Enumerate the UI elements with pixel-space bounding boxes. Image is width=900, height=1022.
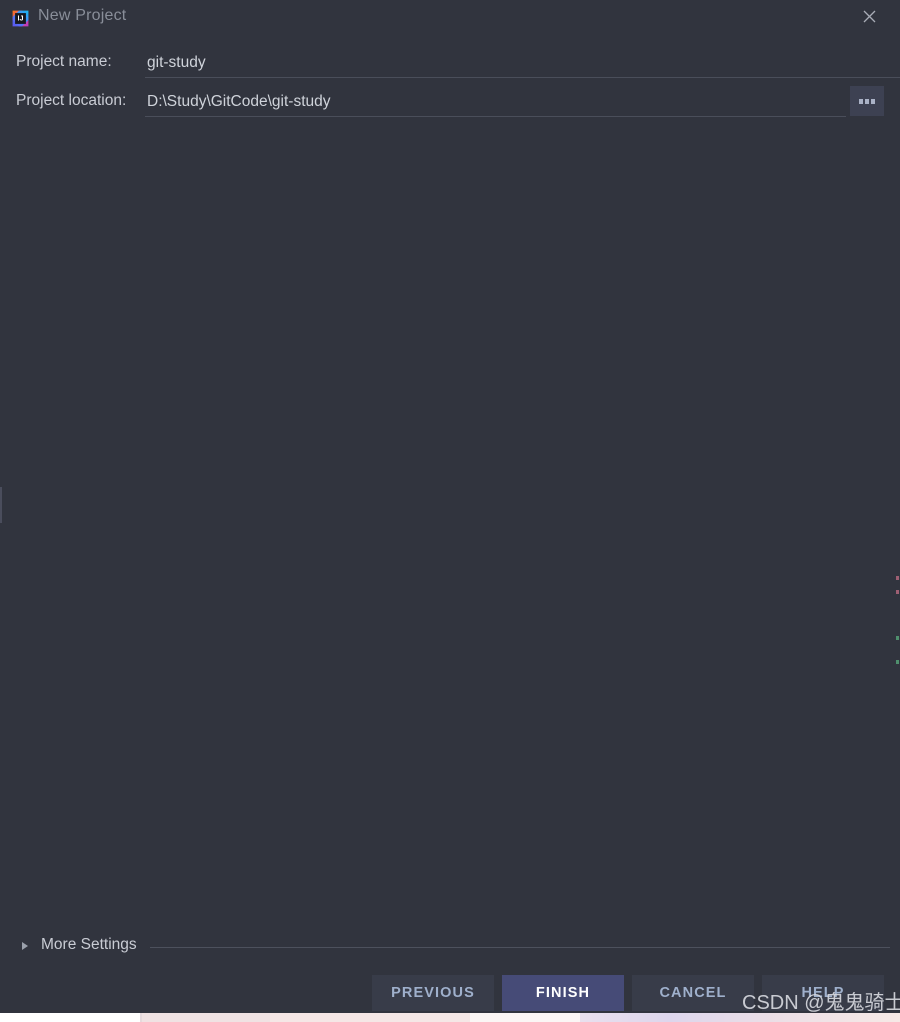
project-name-row: Project name: [0, 50, 900, 84]
project-name-field-wrap [145, 50, 900, 80]
marker-stripe-artifact [896, 636, 899, 640]
project-name-input[interactable] [145, 50, 900, 78]
more-settings-toggle[interactable]: More Settings [0, 936, 900, 960]
taskbar-segment [580, 1013, 900, 1022]
project-location-input[interactable] [145, 89, 846, 117]
marker-stripe-artifact [896, 576, 899, 580]
background-taskbar-strip [0, 1013, 900, 1022]
taskbar-segment [470, 1013, 580, 1022]
window-edge-artifact [0, 487, 2, 523]
cancel-button[interactable]: CANCEL [632, 975, 754, 1011]
title-bar: IJ New Project [0, 0, 900, 36]
new-project-dialog: IJ New Project Project name: Project loc… [0, 0, 900, 1013]
taskbar-segment [142, 1013, 270, 1022]
project-location-label: Project location: [16, 92, 127, 109]
project-name-label: Project name: [16, 53, 112, 70]
svg-text:IJ: IJ [18, 14, 24, 23]
project-location-row: Project location: [0, 89, 900, 123]
marker-stripe-artifact [896, 660, 899, 664]
finish-button[interactable]: FINISH [502, 975, 624, 1011]
marker-stripe-artifact [896, 590, 899, 594]
help-button[interactable]: HELP [762, 975, 884, 1011]
chevron-right-icon [22, 942, 28, 950]
taskbar-segment [0, 1013, 140, 1022]
more-settings-separator [150, 947, 890, 948]
previous-button[interactable]: PREVIOUS [372, 975, 494, 1011]
ellipsis-icon-dot [865, 98, 869, 104]
close-icon[interactable] [846, 0, 892, 33]
taskbar-segment [270, 1013, 470, 1022]
project-location-field-wrap [145, 89, 846, 119]
more-settings-label: More Settings [41, 936, 137, 953]
ellipsis-icon-dot [859, 98, 863, 104]
browse-location-button[interactable] [850, 86, 884, 116]
ellipsis-icon-dot [871, 98, 875, 104]
window-title: New Project [38, 7, 127, 24]
intellij-idea-logo-icon: IJ [11, 9, 30, 28]
